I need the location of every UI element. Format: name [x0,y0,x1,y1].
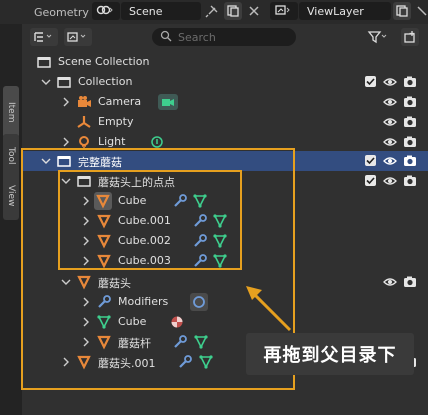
scene-name-field[interactable]: Scene [121,2,201,20]
eye-icon[interactable] [383,275,397,289]
viewport-sidebar-tabs: Item Tool View [0,24,22,415]
collection-icon [36,54,52,70]
chevron-right-icon[interactable] [60,136,72,148]
tab-item[interactable]: Item [3,86,19,138]
view-layer-name: ViewLayer [307,4,364,18]
tree-row-camera[interactable]: Camera [22,92,428,112]
delete-view-layer-icon[interactable] [413,2,428,20]
camera-render-icon[interactable] [403,135,417,149]
outliner-search[interactable]: Search [152,28,296,46]
tree-row-empty[interactable]: Empty [22,112,428,132]
exclude-checkbox[interactable] [365,155,376,166]
eye-icon[interactable] [383,174,397,188]
search-icon [160,30,172,45]
camera-data-icon[interactable] [158,94,178,110]
annotation-text: 再拖到父目录下 [263,345,397,366]
eye-icon[interactable] [383,75,397,89]
camera-render-icon[interactable] [403,174,417,188]
scene-icon [96,3,114,20]
pin-icon[interactable] [203,2,221,20]
top-bar: Geometry Scene ViewLayer [0,0,428,24]
camera-render-icon[interactable] [403,154,417,168]
view-layer-icon [274,3,292,20]
delete-scene-icon[interactable] [245,2,263,20]
workspace-tab-geometry[interactable]: Geometry [34,6,89,19]
collection-icon [56,74,72,90]
camera-render-icon[interactable] [403,115,417,129]
tree-row-scene-collection[interactable]: Scene Collection [22,52,428,72]
scene-type-dropdown[interactable] [92,2,120,20]
annotation-inner-box [58,170,242,270]
filter-icon[interactable] [365,28,391,46]
camera-object-icon [76,94,92,110]
new-view-layer-icon[interactable] [393,2,411,20]
view-layer-type-dropdown[interactable] [270,2,298,20]
tab-view[interactable]: View [3,172,19,220]
exclude-checkbox[interactable] [365,76,376,87]
camera-render-icon[interactable] [403,95,417,109]
scene-name: Scene [129,4,163,18]
display-mode-dropdown[interactable] [30,28,58,46]
filter-data-dropdown[interactable] [64,28,92,46]
eye-icon[interactable] [383,154,397,168]
new-scene-icon[interactable] [224,2,242,20]
camera-render-icon[interactable] [403,275,417,289]
eye-icon[interactable] [383,135,397,149]
camera-render-icon[interactable] [403,75,417,89]
eye-icon[interactable] [383,95,397,109]
chevron-right-icon[interactable] [60,96,72,108]
annotation-callout: 再拖到父目录下 [246,333,414,375]
new-collection-icon[interactable] [401,28,419,46]
eye-icon[interactable] [383,115,397,129]
annotation-arrow [246,286,292,332]
tree-row-collection[interactable]: Collection [22,72,428,92]
chevron-down-icon[interactable] [40,76,52,88]
empty-object-icon [76,114,92,130]
search-placeholder: Search [178,30,216,44]
exclude-checkbox[interactable] [365,175,376,186]
view-layer-name-field[interactable]: ViewLayer [299,2,391,20]
